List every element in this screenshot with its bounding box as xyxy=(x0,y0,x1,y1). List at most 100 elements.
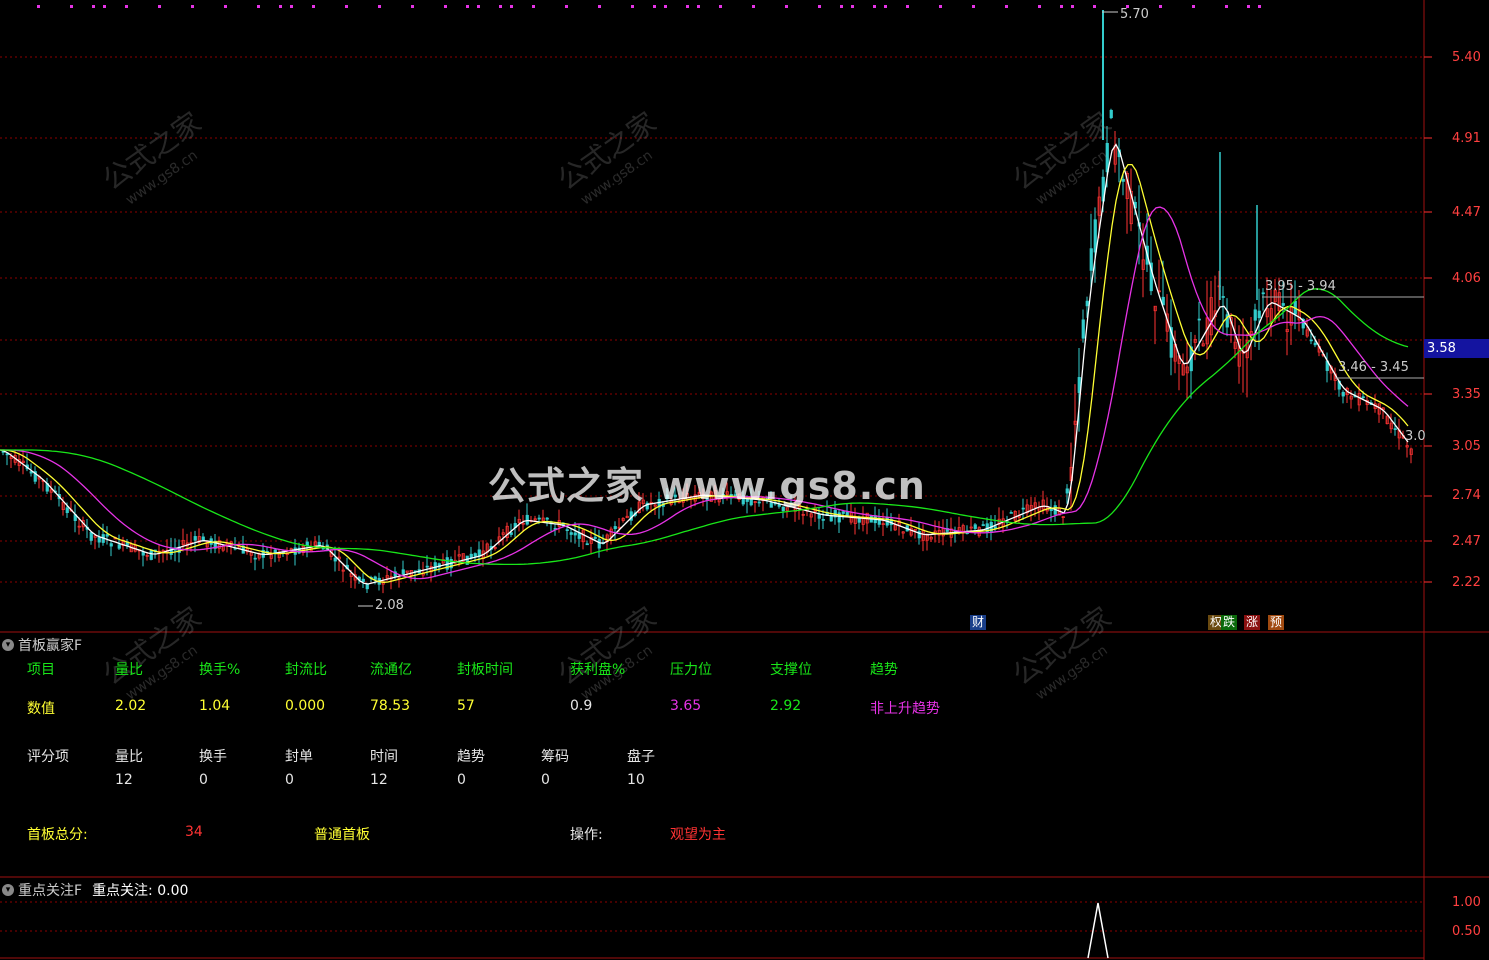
signal-dot xyxy=(103,5,106,8)
signal-dot xyxy=(1192,5,1195,8)
signal-dot xyxy=(565,5,568,8)
signal-dot xyxy=(1071,5,1074,8)
y-axis-tick: 3.35 xyxy=(1452,387,1481,402)
panel2-value: 重点关注: 0.00 xyxy=(92,883,189,899)
header-cell: 项目 xyxy=(27,662,55,678)
event-badge-rise[interactable]: 涨 xyxy=(1244,615,1261,630)
value-cell: 3.65 xyxy=(670,698,702,714)
header-cell: 压力位 xyxy=(670,662,712,678)
candle-body xyxy=(817,513,821,519)
chevron-down-icon[interactable]: ▾ xyxy=(2,639,14,651)
signal-dot xyxy=(1225,5,1228,8)
event-badge-forecast[interactable]: 预 xyxy=(1268,615,1285,630)
candle-body xyxy=(981,524,985,526)
operation-value: 观望为主 xyxy=(670,827,726,843)
candle-body xyxy=(1393,428,1397,430)
candle-body xyxy=(433,562,437,571)
candle-body xyxy=(1257,310,1261,319)
candle-body xyxy=(525,514,529,525)
signal-dot xyxy=(125,5,128,8)
signal-dot xyxy=(1005,5,1008,8)
signal-dot xyxy=(939,5,942,8)
signal-dot xyxy=(1247,5,1250,8)
candle-body xyxy=(565,529,569,531)
candle-body xyxy=(597,539,601,549)
candle-body xyxy=(1021,507,1025,510)
signal-dot xyxy=(345,5,348,8)
chevron-down-icon[interactable]: ▾ xyxy=(2,884,14,896)
score-header-cell: 量比 xyxy=(115,749,143,765)
value-cell: 57 xyxy=(457,698,475,714)
range-upper-annotation: 3.95 - 3.94 xyxy=(1265,279,1336,294)
signal-dot xyxy=(444,5,447,8)
candle-body xyxy=(1361,396,1365,399)
candle-body xyxy=(253,557,257,560)
range-lower-annotation: 3.46 - 3.45 xyxy=(1338,360,1409,375)
candle-body xyxy=(857,518,861,523)
signal-dot xyxy=(499,5,502,8)
current-price-tag: 3.58 xyxy=(1424,339,1489,358)
signal-dot xyxy=(873,5,876,8)
candle-body xyxy=(1197,318,1201,321)
candle-body xyxy=(333,557,337,562)
candle-body xyxy=(1341,391,1345,397)
candle-body xyxy=(545,517,549,520)
high-price-annotation: 5.70 xyxy=(1120,7,1149,22)
candle-body xyxy=(149,549,153,560)
y-axis-tick: 2.22 xyxy=(1452,575,1481,590)
score-header-cell: 换手 xyxy=(199,749,227,765)
header-cell: 封板时间 xyxy=(457,662,513,678)
value-cell: 非上升趋势 xyxy=(870,701,940,717)
signal-dot xyxy=(851,5,854,8)
signal-dot xyxy=(818,5,821,8)
ma20-line xyxy=(0,206,1409,580)
candle-body xyxy=(1089,248,1093,271)
signal-dot xyxy=(1038,5,1041,8)
score-value-cell: 0 xyxy=(285,772,294,788)
signal-dot xyxy=(1093,5,1096,8)
candle-body xyxy=(821,519,825,521)
candle-body xyxy=(593,536,597,539)
signal-dot xyxy=(279,5,282,8)
signal-dot xyxy=(1060,5,1063,8)
candle-body xyxy=(1081,319,1085,339)
last-price-annotation: 3.0 xyxy=(1405,429,1426,444)
event-badge-fall[interactable]: 跌 xyxy=(1221,615,1238,630)
candle-body xyxy=(973,524,977,529)
panel2-title-bar[interactable]: ▾ 重点关注F 重点关注: 0.00 xyxy=(2,880,188,900)
candle-body xyxy=(1253,309,1257,321)
score-value-cell: 0 xyxy=(199,772,208,788)
signal-dot xyxy=(191,5,194,8)
candle-body xyxy=(1309,339,1313,342)
signal-dot xyxy=(785,5,788,8)
header-cell: 流通亿 xyxy=(370,662,412,678)
ma5-line xyxy=(0,143,1409,585)
signal-dot xyxy=(653,5,656,8)
candle-body xyxy=(1109,109,1113,119)
signal-dot xyxy=(1159,5,1162,8)
candle-body xyxy=(117,544,121,549)
candle-body xyxy=(585,543,589,546)
signal-dot xyxy=(884,5,887,8)
score-value-cell: 0 xyxy=(541,772,550,788)
signal-dot xyxy=(37,5,40,8)
panel1-title-bar[interactable]: ▾ 首板赢家F xyxy=(2,635,82,655)
score-header-cell: 封单 xyxy=(285,749,313,765)
candle-body xyxy=(401,569,405,575)
y-axis-tick: 5.40 xyxy=(1452,50,1481,65)
value-cell: 数值 xyxy=(27,701,55,717)
event-badge-finance[interactable]: 财 xyxy=(970,615,987,630)
signal-dot xyxy=(257,5,260,8)
ma10-line xyxy=(0,163,1409,583)
signal-dot xyxy=(972,5,975,8)
y-axis-tick: 4.06 xyxy=(1452,271,1481,286)
candle-body xyxy=(569,532,573,535)
candle-body xyxy=(65,507,69,514)
value-cell: 0.000 xyxy=(285,698,326,714)
candle-body xyxy=(613,526,617,530)
y-axis-tick: 2.74 xyxy=(1452,488,1481,503)
signal-dot xyxy=(697,5,700,8)
y-axis-tick: 2.47 xyxy=(1452,534,1481,549)
candle-body xyxy=(993,526,997,529)
candle-body xyxy=(1221,296,1225,298)
